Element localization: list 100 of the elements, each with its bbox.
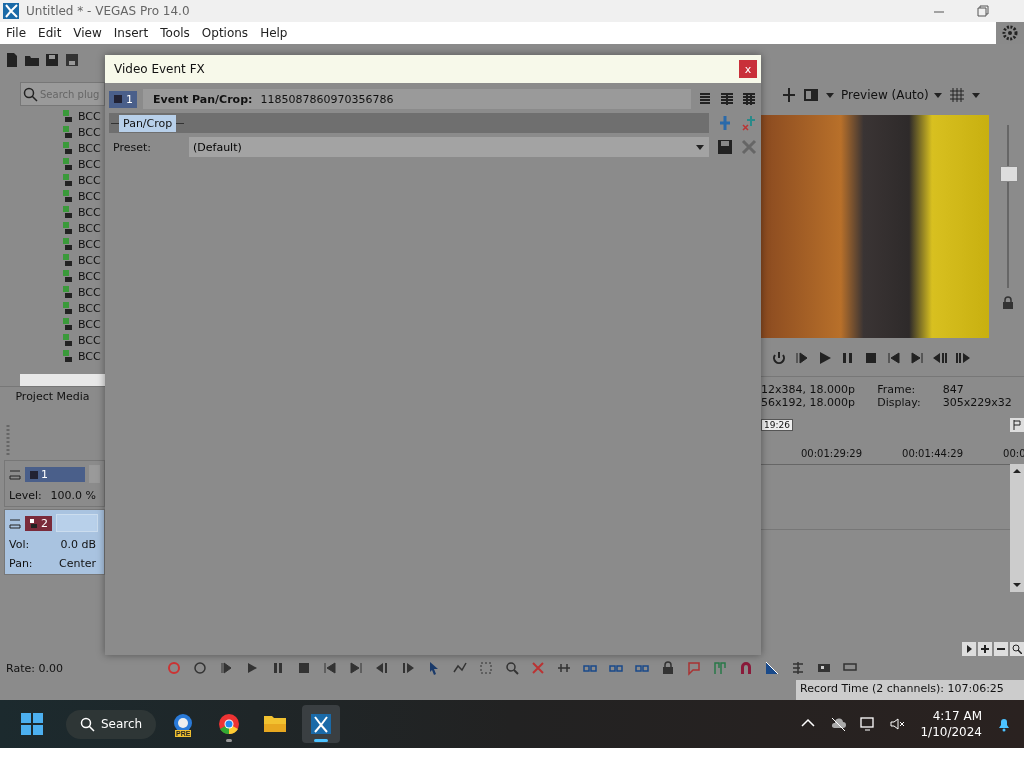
info-label: Display:: [877, 395, 922, 409]
caret-icon[interactable]: [825, 90, 835, 99]
info-text: 56x192, 18.000p: [761, 395, 856, 409]
plugin-item[interactable]: BCC: [60, 124, 105, 140]
bell-icon[interactable]: [996, 716, 1012, 732]
save-as-icon[interactable]: [64, 52, 80, 68]
play-icon[interactable]: [817, 350, 833, 367]
track-name-field[interactable]: [88, 465, 100, 483]
track-header[interactable]: 2 Vol: 0.0 dB Pan: Center: [4, 509, 105, 575]
plugin-item[interactable]: BCC: [60, 140, 105, 156]
save-icon[interactable]: [44, 52, 60, 68]
plugin-item[interactable]: BCC: [60, 172, 105, 188]
plugin-item[interactable]: BCC: [60, 300, 105, 316]
settings-icon[interactable]: [1001, 24, 1019, 42]
plugin-item[interactable]: BCC: [60, 252, 105, 268]
plugin-item[interactable]: BCC: [60, 188, 105, 204]
cloud-off-icon[interactable]: [830, 716, 847, 732]
plugin-item[interactable]: BCC: [60, 204, 105, 220]
menu-item[interactable]: Edit: [32, 26, 68, 40]
menu-item[interactable]: Tools: [154, 26, 196, 40]
clock-date: 1/10/2024: [920, 724, 982, 740]
split-screen-icon[interactable]: [781, 86, 797, 103]
search-icon[interactable]: [1012, 644, 1022, 654]
plugin-icon: [60, 301, 74, 315]
field-label: Pan:: [9, 557, 33, 570]
track-header[interactable]: 1 Level: 100.0 %: [4, 460, 105, 507]
menu-item[interactable]: File: [0, 26, 33, 40]
start-icon[interactable]: [20, 712, 44, 736]
taskbar-search[interactable]: Search: [66, 709, 157, 739]
speaker-muted-icon[interactable]: [890, 716, 907, 732]
plugin-item[interactable]: BCC: [60, 316, 105, 332]
plugin-icon: [60, 317, 74, 331]
plugin-icon: [60, 253, 74, 267]
monitor-icon[interactable]: [860, 716, 877, 732]
zoom-tool-icon[interactable]: [504, 660, 520, 676]
plugin-item[interactable]: BCC: [60, 156, 105, 172]
vertical-scrollbar[interactable]: [1010, 463, 1024, 592]
audio-track-icon: [29, 517, 38, 529]
menu-item[interactable]: Options: [195, 26, 255, 40]
collapse-icon[interactable]: [9, 468, 21, 480]
grid-icon[interactable]: [948, 86, 965, 103]
save-preset-icon[interactable]: [717, 139, 733, 155]
clock-time: 4:17 AM: [932, 708, 982, 724]
preset-dropdown[interactable]: (Default): [189, 137, 709, 157]
next-frame-icon[interactable]: [400, 660, 416, 676]
menu-item[interactable]: Insert: [107, 26, 155, 40]
plugin-item[interactable]: BCC: [60, 268, 105, 284]
go-to-start-icon[interactable]: [886, 350, 902, 367]
restore-icon[interactable]: [976, 4, 990, 18]
plugin-icon: [60, 205, 74, 219]
plugin-icon: [60, 173, 74, 187]
plugin-item[interactable]: BCC: [60, 332, 105, 348]
close-button[interactable]: x: [739, 60, 757, 78]
track-number: 2: [25, 515, 52, 531]
plugin-icon: [60, 125, 74, 139]
caret-icon[interactable]: [970, 90, 981, 99]
lock-icon[interactable]: [1002, 296, 1014, 311]
plugin-item[interactable]: BCC: [60, 220, 105, 236]
new-file-icon[interactable]: [4, 52, 20, 68]
play-from-start-icon[interactable]: [218, 660, 234, 676]
go-to-end-icon[interactable]: [348, 660, 364, 676]
plugin-item[interactable]: BCC: [60, 284, 105, 300]
zoom-in-icon[interactable]: [980, 644, 990, 654]
plugin-item[interactable]: BCC: [60, 348, 105, 364]
info-value: 305x229x32: [942, 395, 1013, 409]
marker-flag-icon[interactable]: [1010, 417, 1024, 432]
collapse-icon[interactable]: [9, 517, 21, 529]
auto-ripple-icon[interactable]: [764, 660, 780, 676]
grid-view-icon[interactable]: [719, 91, 735, 107]
lock-icon[interactable]: [660, 660, 676, 676]
marker-icon[interactable]: [686, 660, 702, 676]
field-label: Vol:: [9, 538, 30, 551]
plugin-item[interactable]: BCC: [60, 108, 105, 124]
ripple-mode-icon[interactable]: [790, 660, 806, 676]
previous-frame-icon[interactable]: [374, 660, 390, 676]
preview-quality-dropdown[interactable]: Preview (Auto): [841, 87, 943, 102]
plugin-chain-item[interactable]: Pan/Crop: [119, 114, 177, 132]
plugin-item[interactable]: BCC: [60, 236, 105, 252]
overlay-icon[interactable]: [803, 86, 819, 103]
slider-thumb[interactable]: [1000, 166, 1018, 183]
scroll-right-icon[interactable]: [964, 643, 974, 655]
plugin-icon: [60, 221, 74, 235]
stop-icon[interactable]: [296, 660, 312, 676]
menu-item[interactable]: View: [67, 26, 108, 40]
snapping-magnet-icon[interactable]: [738, 660, 754, 676]
plugin-icon: [60, 141, 74, 155]
field-value: 100.0 %: [50, 489, 96, 502]
play-from-start-icon[interactable]: [794, 350, 810, 367]
detail-view-icon[interactable]: [741, 91, 757, 107]
menu-item[interactable]: Help: [254, 26, 294, 40]
list-view-icon[interactable]: [697, 91, 713, 107]
go-to-end-icon[interactable]: [909, 350, 925, 367]
grip-icon[interactable]: [6, 424, 10, 456]
taskbar-app[interactable]: [302, 705, 341, 743]
ruler-time: 00:01:29:29: [801, 448, 862, 462]
go-to-start-icon[interactable]: [322, 660, 338, 676]
horizontal-scrollbar[interactable]: [20, 374, 105, 386]
scroll-down-icon[interactable]: [1011, 580, 1023, 590]
loop-icon[interactable]: [192, 660, 208, 676]
loop-icon[interactable]: [771, 350, 787, 367]
